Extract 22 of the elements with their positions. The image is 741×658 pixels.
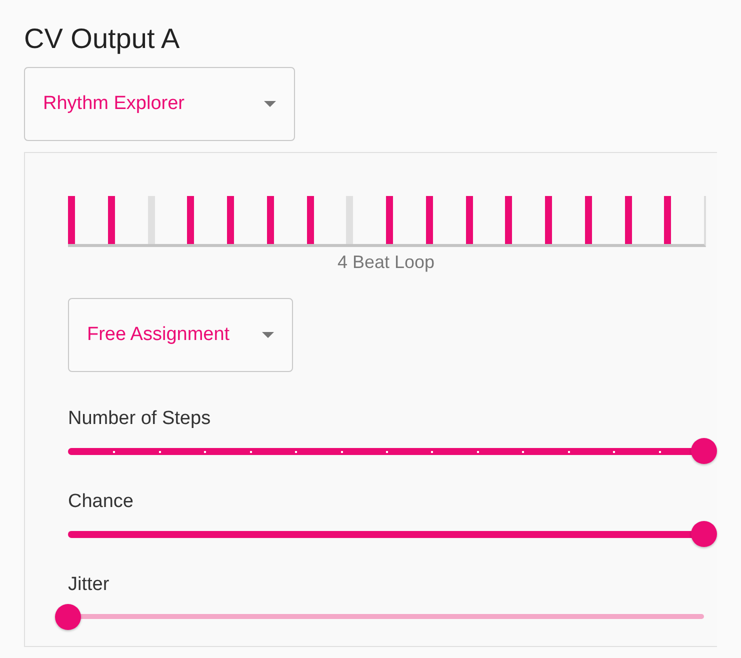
mode-dropdown[interactable]: Rhythm Explorer xyxy=(24,66,295,141)
slider-thumb[interactable] xyxy=(55,604,81,630)
slider-thumb[interactable] xyxy=(691,520,717,547)
step-bar[interactable] xyxy=(466,196,472,244)
slider-label: Chance xyxy=(68,490,134,513)
assignment-dropdown[interactable]: Free Assignment xyxy=(68,298,293,372)
page-title: CV Output A xyxy=(24,24,181,55)
step-bar[interactable] xyxy=(108,196,115,244)
step-bar[interactable] xyxy=(664,196,672,244)
step-bar[interactable] xyxy=(306,196,314,244)
step-bar[interactable] xyxy=(584,196,592,244)
slider-label: Jitter xyxy=(68,574,110,596)
slider-label: Number of Steps xyxy=(68,408,212,430)
pattern-caption: 4 Beat Loop xyxy=(336,252,436,273)
step-bar[interactable] xyxy=(624,196,632,244)
step-bar[interactable] xyxy=(266,196,274,244)
slider-thumb[interactable] xyxy=(691,438,717,464)
caret-icon xyxy=(264,100,276,107)
step-bar[interactable] xyxy=(505,196,512,244)
step-bar[interactable] xyxy=(426,196,433,244)
step-bar[interactable] xyxy=(187,196,194,244)
caret-icon xyxy=(262,332,274,338)
